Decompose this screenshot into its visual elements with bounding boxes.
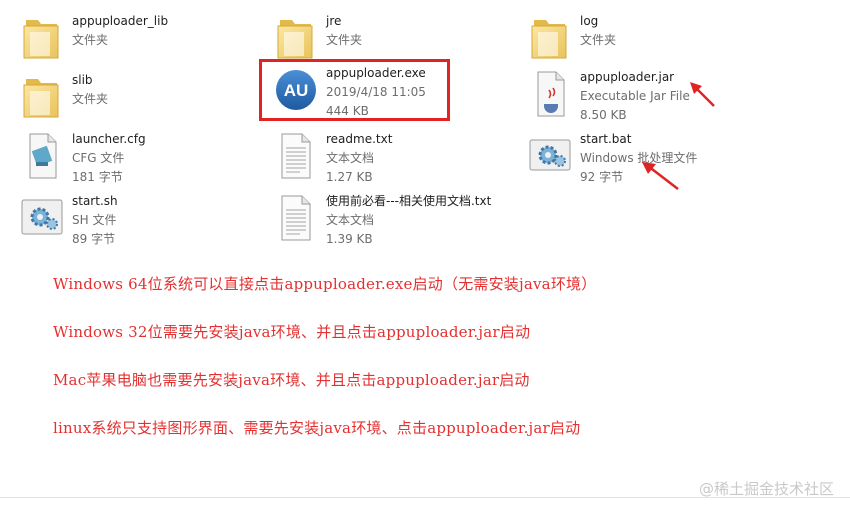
folder-icon [531,20,567,59]
file-date: 2019/4/18 11:05 [326,85,426,99]
file-type: 文件夹 [72,92,109,106]
file-name: readme.txt [326,132,393,146]
file-size: 1.39 KB [326,232,373,246]
file-name: start.bat [580,132,632,146]
file-name: appuploader_lib [72,14,169,28]
red-arrow-icon [642,162,679,190]
file-type: SH 文件 [72,213,117,227]
file-name: appuploader.exe [326,66,426,80]
folder-icon [23,79,59,118]
instruction-note: Windows 32位需要先安装java环境、并且点击appuploader.j… [53,323,531,341]
java-jar-icon [537,71,565,117]
file-type: CFG 文件 [72,151,125,165]
folder-icon [277,20,313,59]
red-arrow-icon [690,82,715,107]
appuploader-app-icon: AU [276,70,316,110]
file-size: 181 字节 [72,170,123,184]
file-name: jre [326,14,342,28]
file-type: 文件夹 [326,33,363,47]
file-name: log [580,14,599,28]
file-size: 1.27 KB [326,170,373,184]
watermark: @稀土掘金技术社区 [698,480,834,498]
file-size: 8.50 KB [580,108,627,122]
file-name: appuploader.jar [580,70,675,84]
text-file-icon [281,133,311,179]
file-type: 文件夹 [72,33,109,47]
file-type: 文件夹 [580,33,617,47]
instruction-note: Mac苹果电脑也需要先安装java环境、并且点击appuploader.jar启… [53,371,530,389]
file-size: 444 KB [326,104,369,118]
file-name: slib [72,73,93,87]
config-file-icon [29,133,57,179]
file-name: start.sh [72,194,118,208]
text-file-icon [281,195,311,241]
file-name: launcher.cfg [72,132,146,146]
shell-script-gear-icon [21,199,63,235]
file-type: 文本文档 [326,151,375,165]
batch-file-gear-icon [529,139,571,171]
file-type: Executable Jar File [580,89,690,103]
file-type: 文本文档 [326,213,375,227]
instruction-note: Windows 64位系统可以直接点击appuploader.exe启动（无需安… [53,275,597,293]
file-name: 使用前必看---相关使用文档.txt [326,194,492,208]
folder-icon [23,20,59,59]
file-size: 89 字节 [72,232,116,246]
instruction-note: linux系统只支持图形界面、需要先安装java环境、点击appuploader… [53,419,581,437]
au-icon-text: AU [284,81,309,100]
